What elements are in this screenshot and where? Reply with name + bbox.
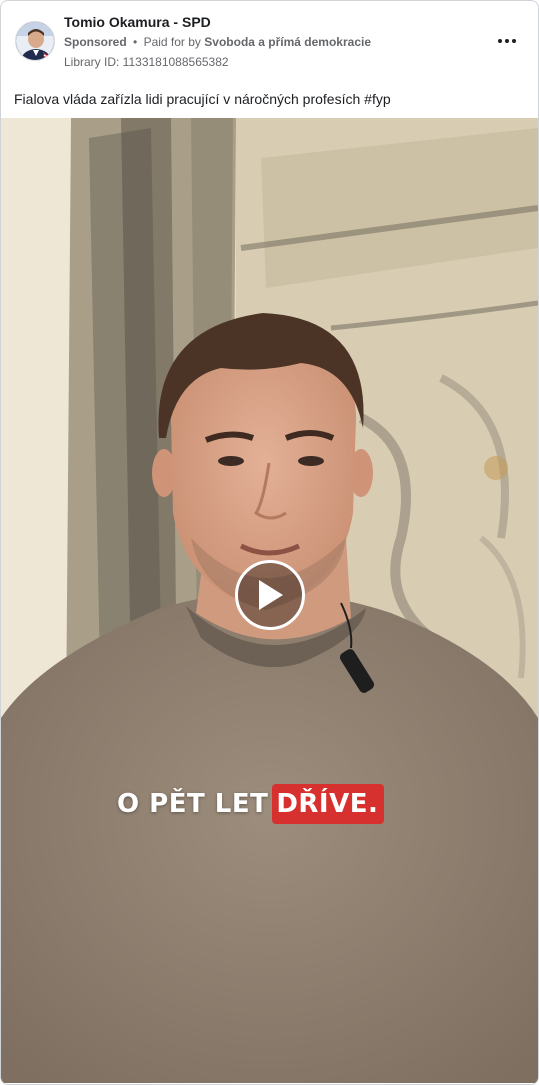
caption-highlight-text: DŘÍVE.: [272, 784, 385, 824]
payer-name[interactable]: Svoboda a přímá demokracie: [204, 35, 371, 49]
sponsored-line: Sponsored • Paid for by Svoboda a přímá …: [64, 35, 371, 49]
more-options-button[interactable]: [493, 29, 521, 53]
sponsored-label: Sponsored: [64, 35, 127, 49]
page-name[interactable]: Tomio Okamura - SPD: [64, 14, 211, 30]
avatar-image: [16, 22, 54, 60]
paid-for-prefix: Paid for by: [143, 35, 201, 49]
video-caption: O PĚT LET DŘÍVE.: [117, 780, 385, 828]
page-avatar[interactable]: [15, 21, 55, 61]
caption-plain-text: O PĚT LET: [117, 789, 269, 819]
more-horizontal-icon: [498, 39, 516, 43]
post-message: Fialova vláda zařízla lidi pracující v n…: [14, 91, 391, 107]
post-header: Tomio Okamura - SPD Sponsored • Paid for…: [1, 1, 538, 81]
meta-separator: •: [133, 35, 138, 49]
video-player[interactable]: O PĚT LET DŘÍVE.: [1, 118, 538, 1083]
ad-card: Tomio Okamura - SPD Sponsored • Paid for…: [0, 0, 539, 1085]
play-icon: [259, 580, 283, 610]
library-id: Library ID: 1133181088565382: [64, 55, 229, 69]
play-button[interactable]: [235, 560, 305, 630]
